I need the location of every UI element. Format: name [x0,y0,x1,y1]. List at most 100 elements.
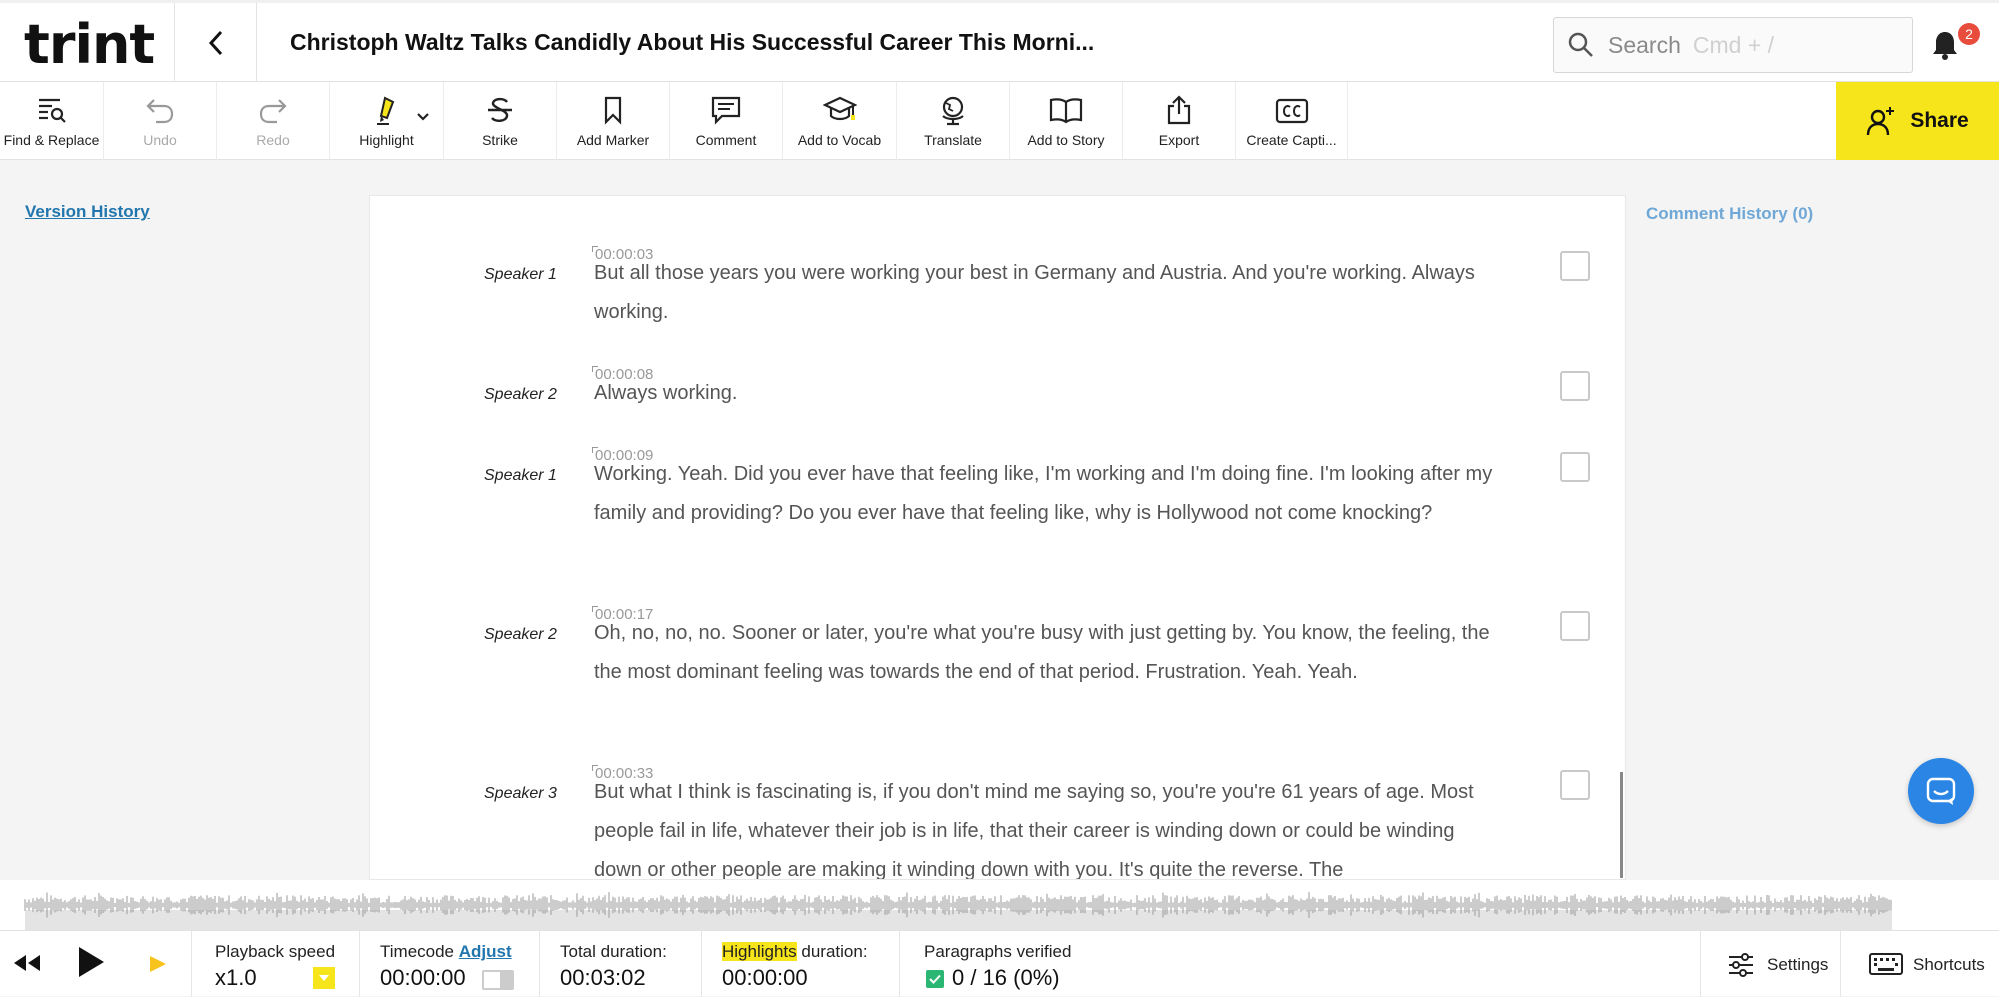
scrollbar-thumb[interactable] [1620,772,1623,878]
share-label: Share [1910,109,1969,132]
verify-checkbox[interactable] [1560,251,1590,281]
create-captions-button[interactable]: Create Capti... [1236,82,1348,160]
verify-checkbox[interactable] [1560,371,1590,401]
chat-icon [1926,777,1956,805]
redo-label: Redo [256,132,290,148]
translate-label: Translate [924,132,982,148]
highlights-suffix: duration: [796,942,868,961]
timecode-label: Timecode Adjust [380,942,512,962]
strike-button[interactable]: Strike [444,82,557,160]
export-button[interactable]: Export [1123,82,1236,160]
playback-speed-label: Playback speed [215,942,336,961]
verify-checkbox[interactable] [1560,611,1590,641]
speaker-label[interactable]: Speaker 2 [484,626,557,644]
search-shortcut-hint: Cmd + / [1692,31,1775,58]
settings-button[interactable]: Settings [1700,931,1840,997]
shortcuts-label: Shortcuts [1913,955,1985,974]
undo-label: Undo [143,132,177,148]
comment-history-link[interactable]: Comment History (0) [1646,204,1813,224]
add-to-story-label: Add to Story [1027,132,1105,148]
timecode-label-text: Timecode [380,942,455,961]
play-icon[interactable] [76,945,106,979]
translate-button[interactable]: Translate [897,82,1010,160]
graduation-cap-icon [822,96,857,121]
divider [256,3,257,83]
paragraphs-verified-value: 0 / 16 (0%) [952,965,1060,990]
find-replace-label: Find & Replace [3,132,100,148]
verify-checkbox[interactable] [1560,452,1590,482]
audio-waveform[interactable] [0,880,1999,930]
comment-label: Comment [695,132,757,148]
sliders-icon [1729,953,1753,977]
add-to-story-button[interactable]: Add to Story [1010,82,1123,160]
adjust-timecode-link[interactable]: Adjust [459,942,512,961]
paragraph-text[interactable]: Working. Yeah. Did you ever have that fe… [594,455,1504,533]
add-marker-button[interactable]: Add Marker [557,82,670,160]
timecode-section: Timecode Adjust 00:00:00 [360,931,540,997]
transcript-panel: Speaker 1 00:00:03 But all those years y… [369,195,1626,880]
playback-speed-section: Playback speed x1.0 [192,931,360,997]
playback-speed-dropdown[interactable] [313,967,335,989]
back-button[interactable] [176,3,256,83]
keyboard-icon [1869,953,1903,975]
rewind-icon[interactable] [12,951,42,975]
search-input[interactable]: Search Cmd + / [1553,17,1913,73]
fast-forward-icon[interactable] [146,953,170,975]
comment-button[interactable]: Comment [670,82,783,160]
comment-icon [711,96,741,125]
paragraph-text[interactable]: Always working. [594,374,1504,413]
paragraphs-verified-label: Paragraphs verified [924,942,1072,961]
total-duration-label: Total duration: [560,942,667,961]
chevron-left-icon [208,30,223,56]
redo-button[interactable]: Redo [217,82,330,160]
speaker-label[interactable]: Speaker 1 [484,266,557,284]
highlight-label: Highlight [359,132,414,148]
highlights-word: Highlights [722,942,797,961]
speaker-label[interactable]: Speaker 2 [484,386,557,404]
add-to-vocab-label: Add to Vocab [797,132,882,148]
search-placeholder: Search [1608,31,1681,58]
trint-logo[interactable]: trint [24,13,155,76]
speaker-label[interactable]: Speaker 3 [484,785,557,803]
find-replace-icon [38,98,66,123]
timecode-toggle[interactable] [482,970,514,990]
divider [174,3,175,83]
chat-launcher-button[interactable] [1908,758,1974,824]
version-history-link[interactable]: Version History [25,202,150,222]
paragraphs-verified-section: Paragraphs verified 0 / 16 (0%) [900,931,1700,997]
export-icon [1167,95,1191,125]
check-icon [926,970,944,988]
highlights-duration-value: 00:00:00 [722,965,808,990]
globe-icon [942,96,964,126]
open-book-icon [1049,98,1083,124]
highlights-duration-label: Highlights duration: [722,942,868,962]
share-button[interactable]: Share [1836,82,1999,160]
closed-caption-icon [1275,98,1308,124]
redo-icon [259,99,287,124]
find-replace-button[interactable]: Find & Replace [0,82,104,160]
notifications-button[interactable] [1930,29,1960,66]
total-duration-value: 00:03:02 [560,965,646,990]
shortcuts-button[interactable]: Shortcuts [1840,931,1999,997]
editor-toolbar: Find & Replace Undo Redo Highlight Strik… [0,82,1999,160]
timecode-value: 00:00:00 [380,965,466,990]
verify-checkbox[interactable] [1560,770,1590,800]
document-title[interactable]: Christoph Waltz Talks Candidly About His… [290,29,1094,56]
undo-button[interactable]: Undo [104,82,217,160]
undo-icon [146,99,174,124]
paragraph-text[interactable]: Oh, no, no, no. Sooner or later, you're … [594,614,1504,692]
paragraph-text[interactable]: But what I think is fascinating is, if y… [594,773,1504,879]
add-user-icon [1867,107,1895,136]
speaker-label[interactable]: Speaker 1 [484,467,557,485]
total-duration-section: Total duration: 00:03:02 [540,931,702,997]
highlights-duration-section: Highlights duration: 00:00:00 [702,931,900,997]
add-to-vocab-button[interactable]: Add to Vocab [783,82,897,160]
search-icon [1568,32,1593,57]
strike-label: Strike [482,132,518,148]
chevron-down-icon[interactable] [416,112,430,122]
waveform-graphic [24,892,1892,930]
paragraph-text[interactable]: But all those years you were working you… [594,254,1504,332]
add-marker-label: Add Marker [576,132,650,148]
playback-speed-value[interactable]: x1.0 [215,965,257,991]
highlight-button[interactable]: Highlight [330,82,444,160]
